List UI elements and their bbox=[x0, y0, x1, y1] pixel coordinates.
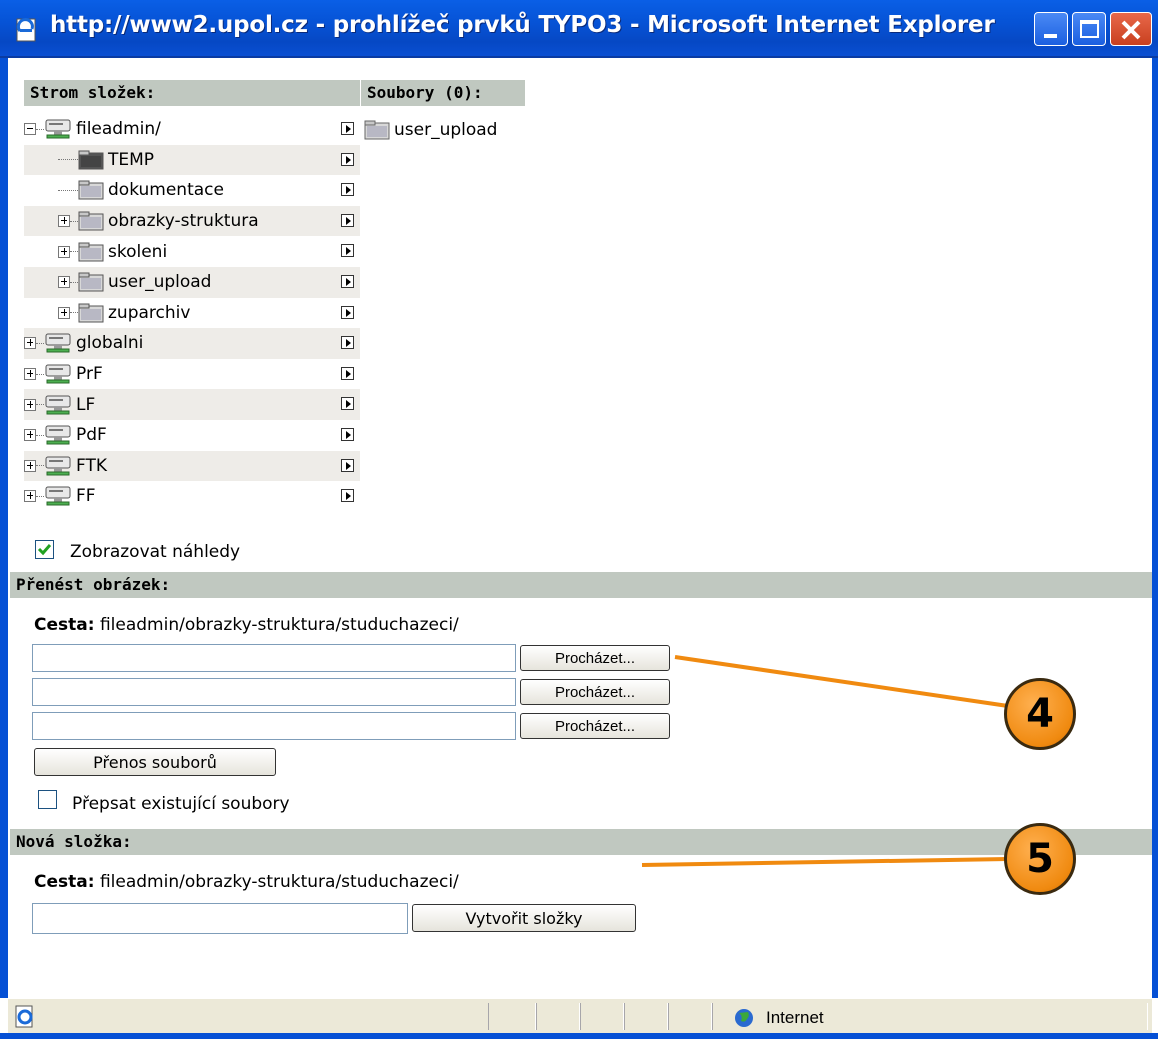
callout-line-4 bbox=[674, 655, 1009, 708]
callout-badge-4: 4 bbox=[1004, 678, 1076, 750]
status-cell bbox=[488, 1003, 536, 1030]
status-cell bbox=[668, 1003, 712, 1030]
window-frame-left bbox=[0, 58, 8, 998]
page-status-icon bbox=[15, 1005, 33, 1028]
status-cell bbox=[580, 1003, 624, 1030]
callout-badge-5: 5 bbox=[1004, 823, 1076, 895]
maximize-icon bbox=[1080, 20, 1099, 38]
close-icon bbox=[1121, 20, 1141, 40]
status-bar: Internet bbox=[8, 998, 1152, 1033]
callout-line-5 bbox=[641, 857, 1009, 867]
ie-page-icon bbox=[16, 18, 36, 42]
minimize-button[interactable] bbox=[1034, 12, 1068, 46]
status-cell bbox=[536, 1003, 580, 1030]
window-frame-bottom bbox=[0, 1033, 1158, 1039]
window-title: http://www2.upol.cz - prohlížeč prvků TY… bbox=[50, 12, 995, 38]
maximize-button[interactable] bbox=[1072, 12, 1106, 46]
browser-content: Strom složek: fileadmin/TEMP dokumentace o… bbox=[8, 58, 1152, 998]
globe-icon bbox=[735, 1009, 753, 1027]
security-zone-label: Internet bbox=[766, 1008, 824, 1027]
window-frame-right bbox=[1152, 58, 1158, 998]
callout-lines bbox=[641, 655, 1009, 867]
status-cell bbox=[624, 1003, 668, 1030]
title-bar[interactable]: http://www2.upol.cz - prohlížeč prvků TY… bbox=[0, 0, 1158, 58]
minimize-icon bbox=[1044, 34, 1057, 38]
close-button[interactable] bbox=[1110, 12, 1152, 46]
